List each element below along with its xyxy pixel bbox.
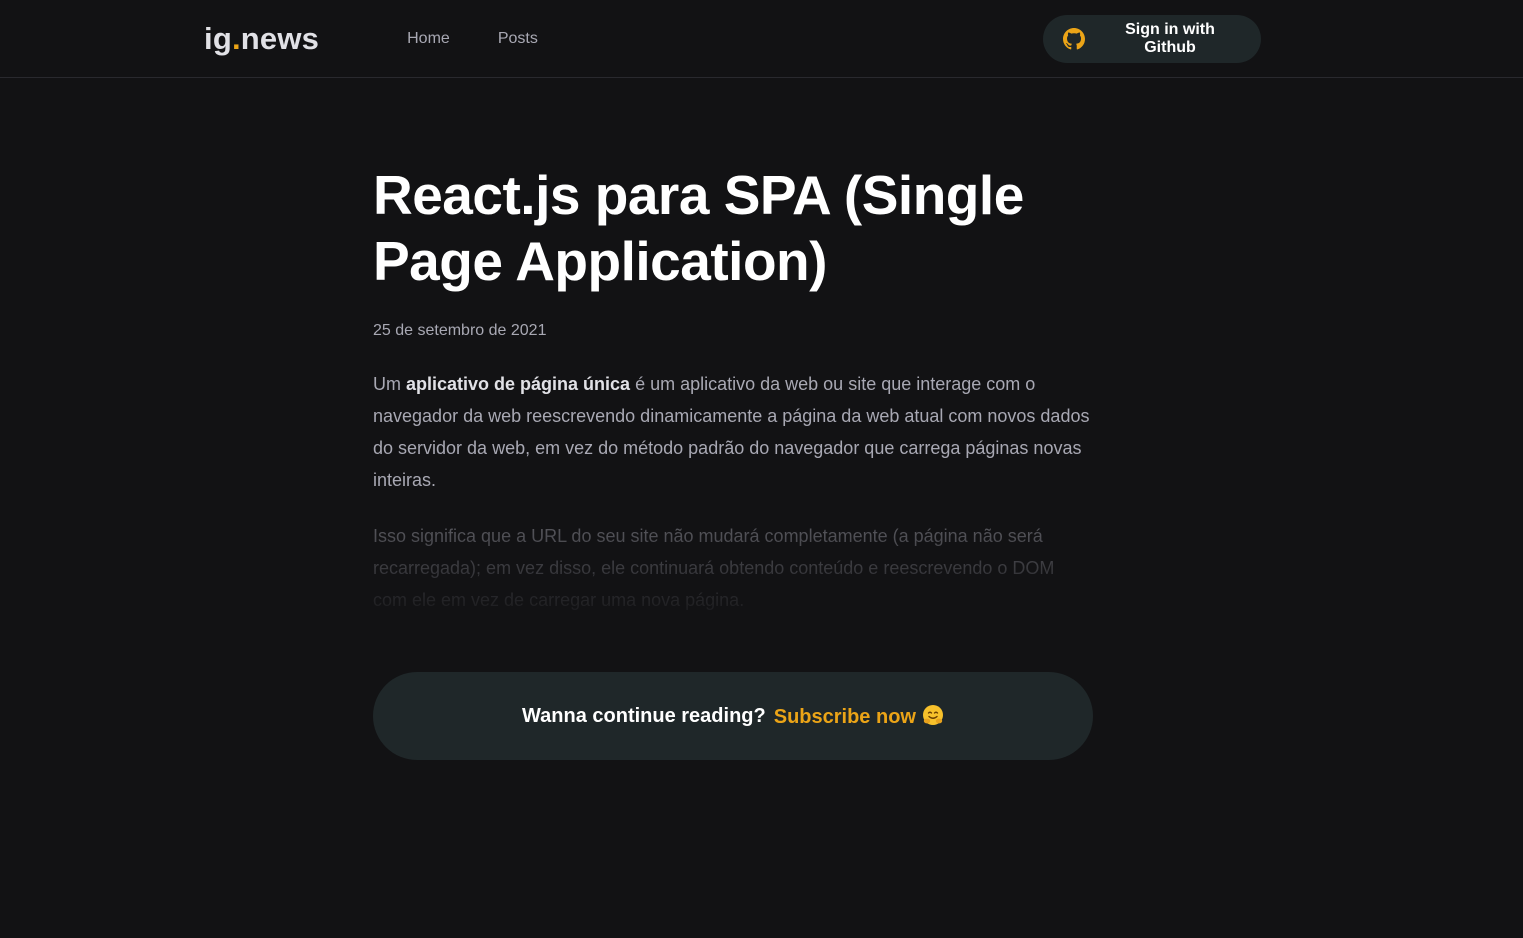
header-container: ig.news Home Posts Sign in with Github bbox=[204, 0, 1261, 78]
post-title: React.js para SPA (Single Page Applicati… bbox=[373, 164, 1024, 292]
paragraph-text: Um bbox=[373, 374, 406, 394]
post-content: Um aplicativo de página única é um aplic… bbox=[373, 368, 1093, 616]
paragraph-bold-text: aplicativo de página única bbox=[406, 374, 631, 394]
logo-suffix: news bbox=[240, 21, 320, 56]
continue-reading-text: Wanna continue reading? bbox=[522, 704, 766, 727]
nav-posts[interactable]: Posts bbox=[498, 0, 538, 78]
post-container: React.js para SPA (Single Page Applicati… bbox=[373, 78, 1093, 760]
sign-in-label: Sign in with Github bbox=[1125, 21, 1215, 56]
site-header: ig.news Home Posts Sign in with Github bbox=[0, 0, 1523, 78]
continue-reading-banner: Wanna continue reading? Subscribe now bbox=[373, 672, 1093, 760]
post-paragraph-2-preview: Isso significa que a URL do seu site não… bbox=[373, 520, 1093, 616]
logo-dot: . bbox=[231, 21, 241, 56]
subscribe-now-link[interactable]: Subscribe now bbox=[774, 704, 944, 729]
main-nav: Home Posts bbox=[407, 0, 586, 78]
github-icon bbox=[1063, 28, 1085, 50]
sign-in-github-button[interactable]: Sign in with Github bbox=[1043, 15, 1261, 63]
hugging-face-emoji-icon bbox=[922, 704, 944, 726]
logo[interactable]: ig.news bbox=[204, 21, 319, 57]
post-paragraph-1: Um aplicativo de página única é um aplic… bbox=[373, 368, 1093, 496]
nav-home[interactable]: Home bbox=[407, 0, 450, 78]
subscribe-now-label: Subscribe now bbox=[773, 705, 916, 728]
post-date: 25 de setembro de 2021 bbox=[373, 322, 547, 339]
logo-text: ig bbox=[204, 21, 232, 56]
